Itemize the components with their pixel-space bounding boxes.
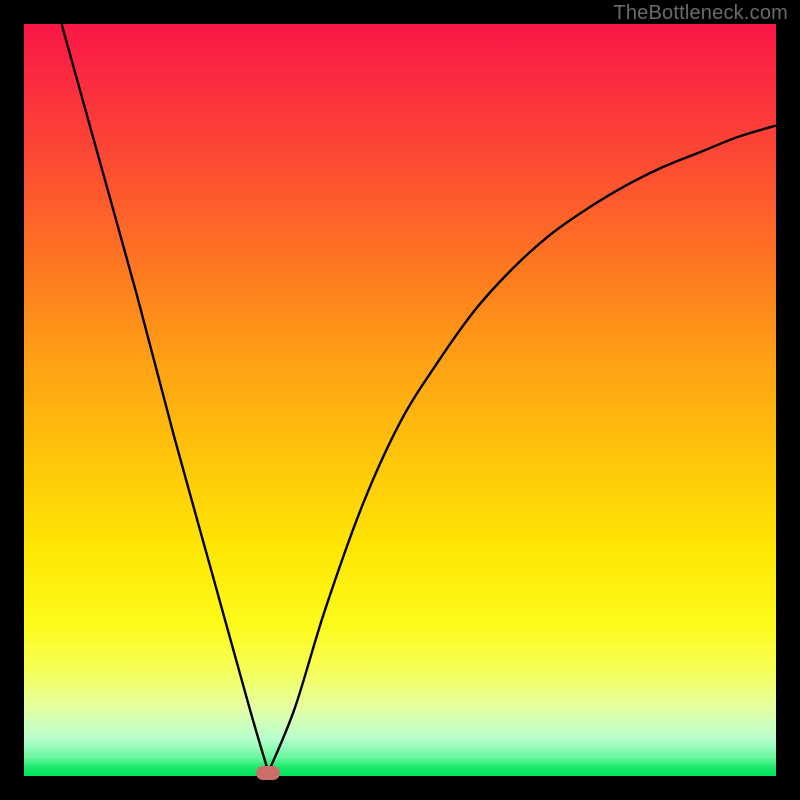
plot-area xyxy=(24,24,776,776)
bottleneck-curve xyxy=(24,24,776,776)
curve-path xyxy=(62,24,776,776)
chart-frame: TheBottleneck.com xyxy=(0,0,800,800)
optimum-marker xyxy=(256,766,280,780)
attribution-text: TheBottleneck.com xyxy=(613,2,788,25)
